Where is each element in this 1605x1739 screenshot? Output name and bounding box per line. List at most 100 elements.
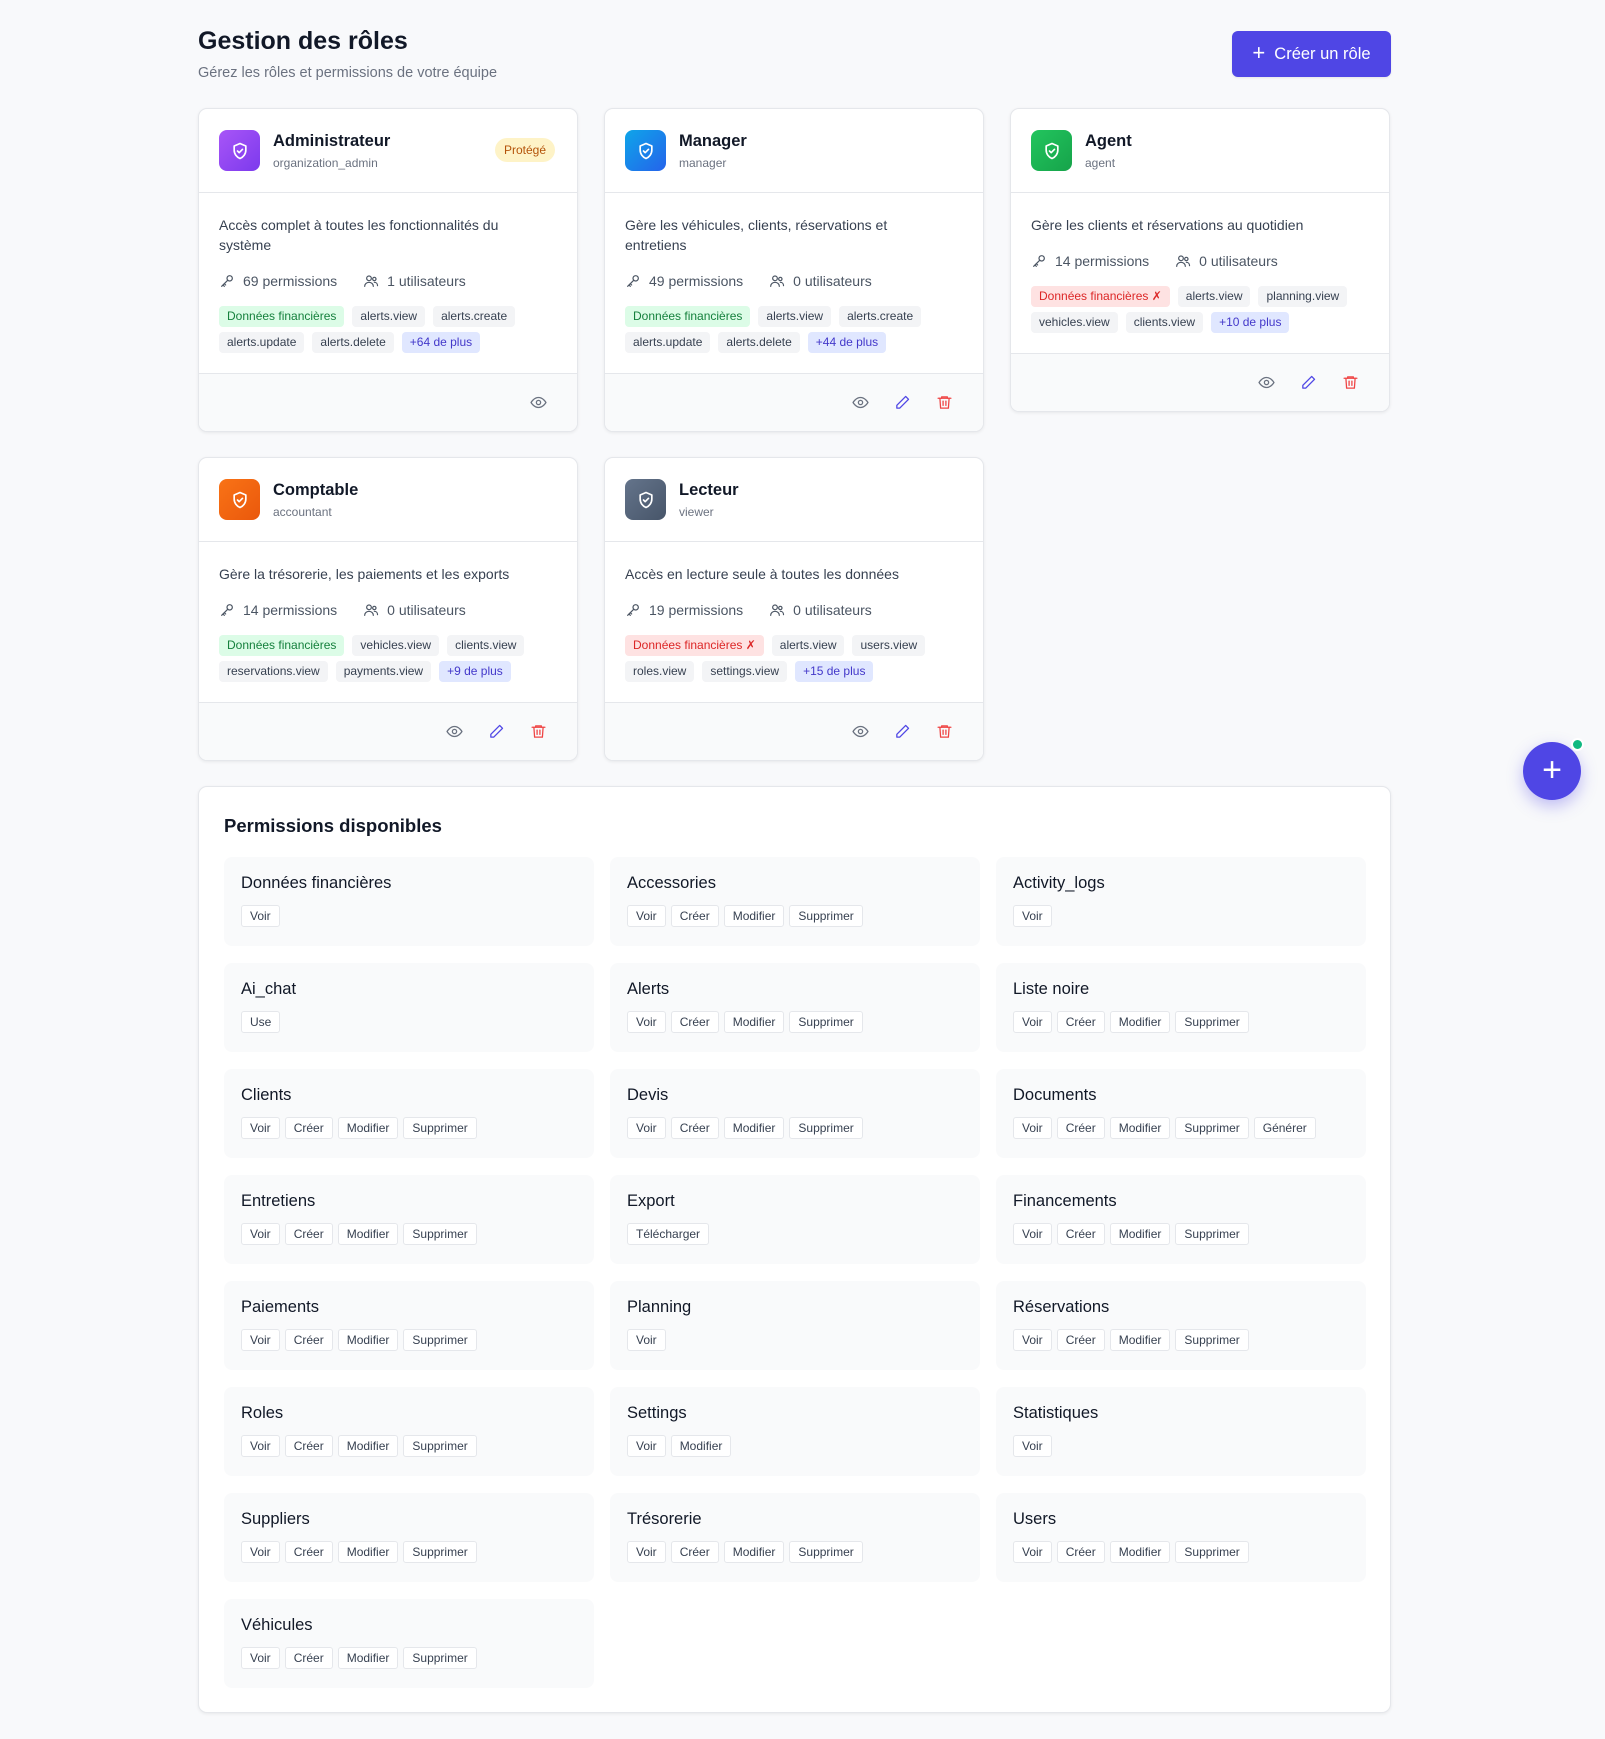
trash-icon (936, 723, 953, 740)
role-meta: 49 permissions 0 utilisateurs (625, 273, 963, 289)
permission-action-chip: Créer (670, 1541, 719, 1563)
permission-group: Suppliers Voir Créer Modifier Supprimer (224, 1493, 594, 1582)
eye-icon (1257, 374, 1275, 391)
users-count-label: 0 utilisateurs (1199, 253, 1278, 269)
view-role-button[interactable] (1256, 373, 1276, 393)
permission-action-chip: Modifier (337, 1117, 399, 1139)
permission-tag: planning.view (1258, 286, 1348, 307)
permission-action-chip: Voir (241, 1117, 280, 1139)
permissions-count: 14 permissions (1031, 253, 1149, 269)
permission-action-chip: Voir (627, 905, 666, 927)
edit-role-button[interactable] (1298, 373, 1318, 393)
delete-role-button[interactable] (934, 393, 954, 413)
permission-group: Véhicules Voir Créer Modifier Supprimer (224, 1599, 594, 1688)
permission-action-chip: Créer (284, 1647, 333, 1669)
permission-tag: alerts.delete (312, 332, 394, 353)
permission-tag: Données financières ✗ (625, 635, 764, 656)
role-card-body: Accès en lecture seule à toutes les donn… (605, 542, 983, 702)
role-names: Administrateur organization_admin (273, 132, 390, 170)
role-name: Lecteur (679, 481, 739, 499)
permission-action-chip: Créer (284, 1223, 333, 1245)
permission-action-chip: Modifier (337, 1435, 399, 1457)
permission-action-chip: Voir (627, 1011, 666, 1033)
trash-icon (1342, 374, 1359, 391)
permission-action-chip: Voir (627, 1541, 666, 1563)
permission-action-chip: Modifier (723, 905, 785, 927)
permission-action-chip: Modifier (1109, 1541, 1171, 1563)
role-card-header: Agent agent (1011, 109, 1389, 193)
view-role-button[interactable] (444, 722, 464, 742)
permission-tag: alerts.view (352, 306, 426, 327)
permission-group-name: Suppliers (241, 1510, 310, 1528)
permission-tag: clients.view (447, 635, 525, 656)
permission-tag: Données financières (219, 635, 345, 656)
role-description: Accès complet à toutes les fonctionnalit… (219, 217, 499, 253)
permission-tag: Données financières (219, 306, 345, 327)
permission-group: Activity_logs Voir (996, 857, 1366, 946)
permission-action-chip: Voir (1013, 905, 1052, 927)
permission-group-name: Trésorerie (627, 1510, 702, 1528)
users-count: 0 utilisateurs (769, 273, 872, 289)
permission-tag: reservations.view (219, 661, 328, 682)
permission-action-chip: Modifier (1109, 1223, 1171, 1245)
permission-actions: Voir Créer Modifier Supprimer (627, 1117, 963, 1139)
permission-actions: Voir Créer Modifier Supprimer (241, 1223, 577, 1245)
page-title: Gestion des rôles (198, 27, 408, 55)
more-permissions-tag[interactable]: +10 de plus (1211, 312, 1290, 333)
more-permissions-tag[interactable]: +9 de plus (439, 661, 511, 682)
users-count-label: 0 utilisateurs (793, 602, 872, 618)
trash-icon (936, 394, 953, 411)
floating-add-button[interactable]: + (1523, 742, 1581, 800)
shield-icon (219, 479, 260, 520)
view-role-button[interactable] (850, 722, 870, 742)
users-count-label: 0 utilisateurs (793, 273, 872, 289)
permission-group: Statistiques Voir (996, 1387, 1366, 1476)
permissions-count: 49 permissions (625, 273, 743, 289)
permission-action-chip: Créer (1056, 1223, 1105, 1245)
edit-role-button[interactable] (892, 393, 912, 413)
permission-group-name: Roles (241, 1404, 284, 1422)
more-permissions-tag[interactable]: +64 de plus (401, 332, 481, 353)
edit-role-button[interactable] (486, 722, 506, 742)
permission-action-chip: Supprimer (403, 1647, 477, 1669)
view-role-button[interactable] (850, 393, 870, 413)
permission-action-chip: Modifier (337, 1223, 399, 1245)
edit-role-button[interactable] (892, 722, 912, 742)
key-icon (1031, 253, 1047, 269)
role-card: Agent agent Gère les clients et réservatio… (1010, 108, 1390, 412)
permission-tag: alerts.view (771, 635, 845, 656)
permission-tag: alerts.update (625, 332, 711, 353)
role-meta: 14 permissions 0 utilisateurs (1031, 253, 1369, 269)
permission-action-chip: Télécharger (627, 1223, 710, 1245)
create-role-button[interactable]: + Créer un rôle (1232, 31, 1391, 77)
role-name: Agent (1085, 132, 1132, 150)
permission-actions: Voir (627, 1329, 963, 1351)
key-icon (219, 602, 235, 618)
delete-role-button[interactable] (1340, 373, 1360, 393)
role-card-header: Administrateur organization_admin Protégé (199, 109, 577, 193)
permission-group-name: Entretiens (241, 1192, 316, 1210)
eye-icon (529, 394, 547, 411)
more-permissions-tag[interactable]: +44 de plus (807, 332, 887, 353)
permission-group: Roles Voir Créer Modifier Supprimer (224, 1387, 594, 1476)
view-role-button[interactable] (528, 393, 548, 413)
permission-actions: Use (241, 1011, 577, 1033)
users-count: 0 utilisateurs (363, 602, 466, 618)
permission-actions: Voir Créer Modifier Supprimer Générer (1013, 1117, 1349, 1139)
permission-actions: Voir (1013, 905, 1349, 927)
role-description: Accès en lecture seule à toutes les donn… (625, 566, 899, 582)
permission-action-chip: Supprimer (1175, 1011, 1249, 1033)
permission-group: Settings Voir Modifier (610, 1387, 980, 1476)
permissions-title: Permissions disponibles (224, 815, 442, 836)
permission-group-name: Settings (627, 1404, 687, 1422)
permission-group-name: Users (1013, 1510, 1057, 1528)
role-key: manager (679, 156, 727, 170)
more-permissions-tag[interactable]: +15 de plus (795, 661, 874, 682)
delete-role-button[interactable] (528, 722, 548, 742)
delete-role-button[interactable] (934, 722, 954, 742)
permission-group-name: Liste noire (1013, 980, 1090, 998)
users-count: 0 utilisateurs (1175, 253, 1278, 269)
role-card-body: Gère les véhicules, clients, réservation… (605, 193, 983, 373)
permission-group-name: Devis (627, 1086, 669, 1104)
permission-action-chip: Voir (627, 1329, 666, 1351)
